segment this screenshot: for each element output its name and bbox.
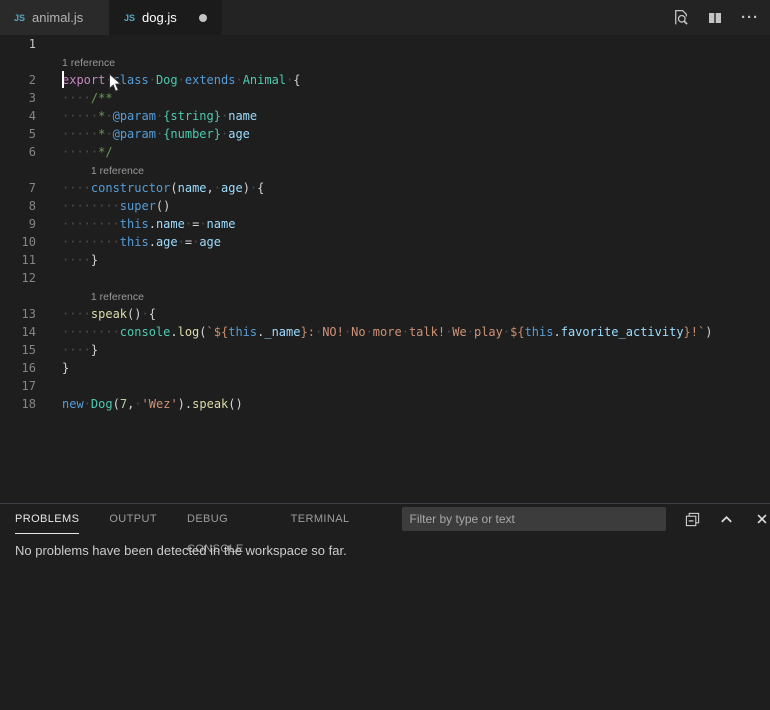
- codelens-row: 1 reference: [0, 161, 770, 179]
- open-preview-icon[interactable]: [670, 8, 690, 28]
- line-number[interactable]: 16: [0, 359, 36, 377]
- code-line-9[interactable]: 9 ········this.name·=·name: [0, 215, 770, 233]
- code-line-5[interactable]: 5 ·····*·@param·{number}·age: [0, 125, 770, 143]
- line-number[interactable]: 18: [0, 395, 36, 413]
- split-editor-icon[interactable]: [705, 8, 725, 28]
- javascript-file-icon: JS: [14, 13, 25, 23]
- panel-header: PROBLEMS OUTPUT DEBUG CONSOLE TERMINAL: [0, 504, 770, 534]
- modified-indicator-dot[interactable]: [199, 14, 207, 22]
- line-content: ····speak()·{: [62, 305, 156, 323]
- problems-filter-input[interactable]: [402, 507, 666, 531]
- tab-animal.js[interactable]: JS animal.js: [0, 0, 110, 35]
- line-content: ········this.age·=·age: [62, 233, 221, 251]
- code-line-17[interactable]: 17: [0, 377, 770, 395]
- panel-tab-debug-console[interactable]: DEBUG CONSOLE: [187, 504, 261, 534]
- collapse-all-icon[interactable]: [684, 510, 701, 528]
- line-number[interactable]: 10: [0, 233, 36, 251]
- code-line-4[interactable]: 4 ·····*·@param·{string}·name: [0, 107, 770, 125]
- line-number[interactable]: 3: [0, 89, 36, 107]
- tab-label: animal.js: [32, 10, 83, 25]
- vscode-window: JS animal.js JS dog.js ···: [0, 0, 770, 710]
- code-line-11[interactable]: 11 ····}: [0, 251, 770, 269]
- ellipsis-glyph: ···: [741, 13, 759, 23]
- line-number[interactable]: 8: [0, 197, 36, 215]
- bottom-panel: PROBLEMS OUTPUT DEBUG CONSOLE TERMINAL: [0, 503, 770, 710]
- code-line-2[interactable]: 2 export·class·Dog·extends·Animal·{: [0, 71, 770, 89]
- code-line-1[interactable]: 1: [0, 35, 770, 53]
- line-number[interactable]: 1: [0, 35, 36, 53]
- code-line-3[interactable]: 3 ····/**: [0, 89, 770, 107]
- code-line-18[interactable]: 18 new·Dog(7,·'Wez').speak(): [0, 395, 770, 413]
- more-actions-icon[interactable]: ···: [740, 8, 760, 28]
- line-content: }: [62, 359, 69, 377]
- code-line-15[interactable]: 15 ····}: [0, 341, 770, 359]
- line-content: ········console.log(`${this._name}:·NO!·…: [62, 323, 712, 341]
- line-number[interactable]: 13: [0, 305, 36, 323]
- codelens-reference-link[interactable]: 1 reference: [62, 54, 115, 72]
- line-number[interactable]: 12: [0, 269, 36, 287]
- code-line-7[interactable]: 7 ····constructor(name,·age)·{: [0, 179, 770, 197]
- tab-group: JS animal.js JS dog.js: [0, 0, 222, 35]
- tab-dog.js[interactable]: JS dog.js: [110, 0, 222, 35]
- maximize-panel-icon[interactable]: [719, 510, 736, 528]
- line-content: ········super(): [62, 197, 170, 215]
- tab-label: dog.js: [142, 10, 177, 25]
- line-number[interactable]: 9: [0, 215, 36, 233]
- line-content: ········this.name·=·name: [62, 215, 235, 233]
- panel-tab-problems[interactable]: PROBLEMS: [15, 504, 79, 534]
- line-content: ·····*·@param·{string}·name: [62, 107, 257, 125]
- close-panel-icon[interactable]: [753, 510, 770, 528]
- code-line-13[interactable]: 13 ····speak()·{: [0, 305, 770, 323]
- editor-actions: ···: [670, 0, 760, 35]
- line-number[interactable]: 4: [0, 107, 36, 125]
- codelens-row: 1 reference: [0, 287, 770, 305]
- code-editor[interactable]: 1 1 reference 2 export·class·Dog·extends·An…: [0, 35, 770, 503]
- line-number[interactable]: 15: [0, 341, 36, 359]
- text-caret: [62, 71, 64, 88]
- line-number[interactable]: 14: [0, 323, 36, 341]
- line-content: ·····*·@param·{number}·age: [62, 125, 250, 143]
- codelens-reference-link[interactable]: 1 reference: [91, 288, 144, 306]
- line-content: ····/**: [62, 89, 113, 107]
- codelens-reference-link[interactable]: 1 reference: [91, 162, 144, 180]
- line-number[interactable]: 2: [0, 71, 36, 89]
- line-number[interactable]: 6: [0, 143, 36, 161]
- code-line-16[interactable]: 16}: [0, 359, 770, 377]
- line-content: new·Dog(7,·'Wez').speak(): [62, 395, 243, 413]
- line-content: ····constructor(name,·age)·{: [62, 179, 264, 197]
- panel-tabs: PROBLEMS OUTPUT DEBUG CONSOLE TERMINAL: [15, 504, 380, 534]
- line-number[interactable]: 7: [0, 179, 36, 197]
- line-number[interactable]: 17: [0, 377, 36, 395]
- problems-empty-message: No problems have been detected in the wo…: [0, 534, 770, 558]
- line-number[interactable]: 11: [0, 251, 36, 269]
- tab-bar: JS animal.js JS dog.js ···: [0, 0, 770, 35]
- line-number[interactable]: 5: [0, 125, 36, 143]
- panel-tab-output[interactable]: OUTPUT: [109, 504, 157, 534]
- line-content: ·····*/: [62, 143, 113, 161]
- javascript-file-icon: JS: [124, 13, 135, 23]
- code-line-10[interactable]: 10 ········this.age·=·age: [0, 233, 770, 251]
- line-content: ····}: [62, 341, 98, 359]
- code-line-14[interactable]: 14 ········console.log(`${this._name}:·NO…: [0, 323, 770, 341]
- code-line-6[interactable]: 6 ·····*/: [0, 143, 770, 161]
- line-content: export·class·Dog·extends·Animal·{: [62, 71, 301, 89]
- codelens-row: 1 reference: [0, 53, 770, 71]
- code-line-8[interactable]: 8 ········super(): [0, 197, 770, 215]
- line-content: ····}: [62, 251, 98, 269]
- panel-tab-terminal[interactable]: TERMINAL: [291, 504, 350, 534]
- code-line-12[interactable]: 12: [0, 269, 770, 287]
